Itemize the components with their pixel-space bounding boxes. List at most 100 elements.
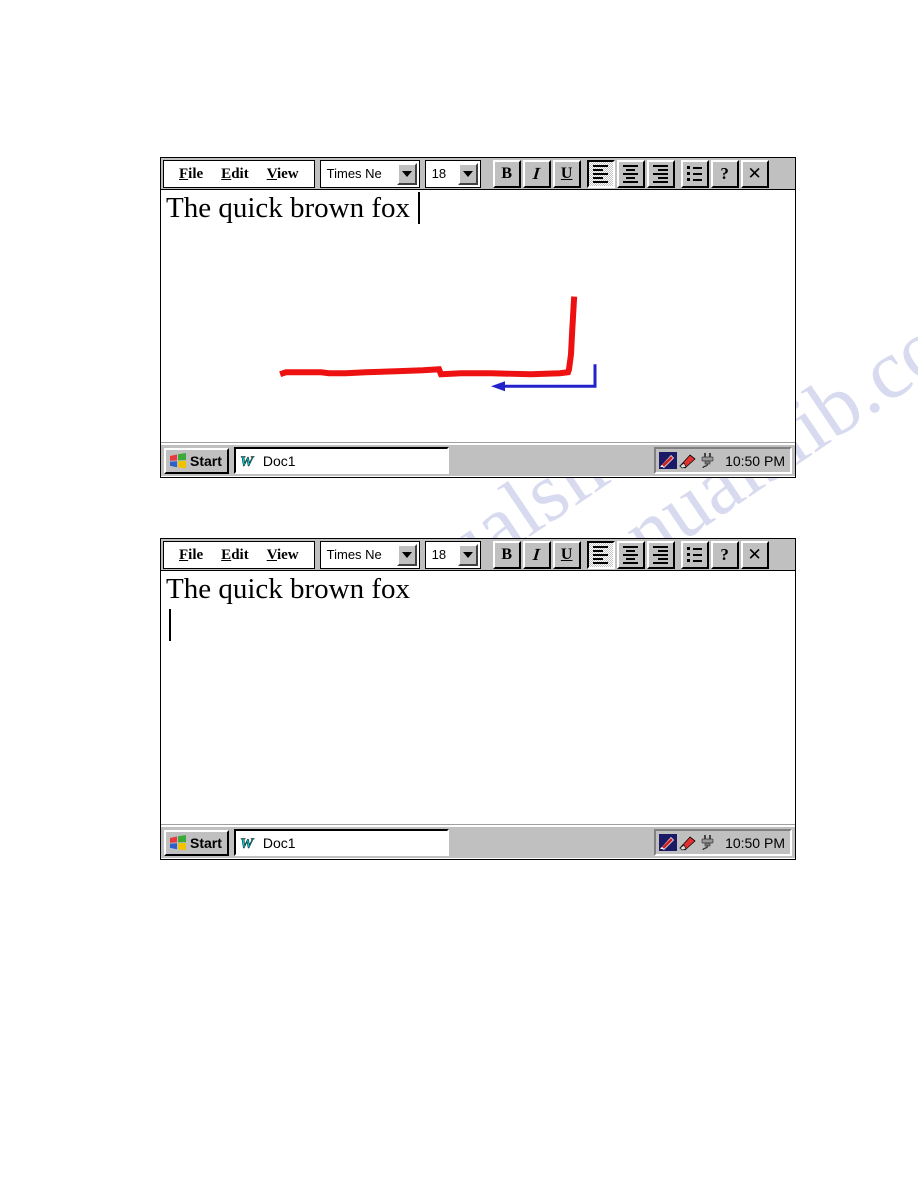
menu-label-edit: dit (231, 546, 249, 563)
taskbar-item-label: Doc1 (262, 452, 296, 469)
volume-speaker-icon[interactable] (679, 452, 697, 469)
menu-label-view: iew (276, 546, 299, 563)
document-line-2[interactable] (161, 607, 795, 643)
italic-button[interactable]: I (522, 540, 551, 569)
pen-input-panel-icon[interactable] (659, 452, 678, 469)
bold-button[interactable]: B (492, 159, 521, 188)
bullet-list-button[interactable] (680, 159, 709, 188)
svg-text:W: W (240, 454, 255, 469)
font-family-value: Times Ne (326, 165, 382, 181)
align-right-icon (653, 545, 669, 564)
menu-accel-file: F (179, 546, 189, 563)
menu-item-view[interactable]: View (258, 542, 308, 568)
font-family-value: Times Ne (326, 546, 382, 562)
start-button[interactable]: Start (164, 447, 229, 474)
taskbar-item-doc1[interactable]: W Doc1 (233, 829, 449, 856)
align-left-button[interactable] (586, 540, 615, 569)
align-left-button[interactable] (586, 159, 615, 188)
font-size-value: 18 (431, 165, 447, 181)
toolbar: File Edit View Times Ne 18 B I U ? ✕ (161, 539, 795, 571)
taskbar: Start W Doc1 10:50 PM (161, 825, 795, 858)
blue-arrow-head (491, 381, 505, 392)
underline-button[interactable]: U (552, 159, 581, 188)
align-left-icon (593, 164, 609, 183)
font-family-chevron-down-icon[interactable] (396, 162, 417, 185)
underline-button[interactable]: U (552, 540, 581, 569)
close-icon: ✕ (747, 544, 762, 564)
font-size-value: 18 (431, 546, 447, 562)
handheld-screenshot-top: File Edit View Times Ne 18 B I U ? ✕ The… (160, 157, 796, 478)
font-family-combobox[interactable]: Times Ne (319, 159, 420, 188)
bold-icon: B (501, 164, 512, 182)
document-line-1[interactable]: The quick brown fox (161, 571, 795, 607)
document-canvas[interactable]: The quick brown fox (161, 190, 795, 443)
bold-icon: B (501, 545, 512, 563)
menu-item-edit[interactable]: Edit (212, 161, 258, 187)
svg-text:W: W (240, 836, 255, 851)
power-plug-icon[interactable] (699, 834, 718, 851)
font-size-chevron-down-icon[interactable] (457, 543, 478, 566)
start-button[interactable]: Start (164, 829, 229, 856)
start-button-label: Start (190, 834, 222, 851)
font-size-chevron-down-icon[interactable] (457, 162, 478, 185)
menu-label-view: iew (276, 165, 299, 182)
word-w-icon: W (240, 453, 255, 469)
windows-flag-icon (170, 834, 186, 850)
question-mark-icon: ? (720, 544, 729, 564)
align-left-icon (593, 545, 609, 564)
align-center-icon (623, 164, 639, 183)
document-line-1[interactable]: The quick brown fox (161, 190, 795, 226)
menu-label-file: ile (188, 546, 204, 563)
question-mark-icon: ? (720, 163, 729, 183)
font-family-chevron-down-icon[interactable] (396, 543, 417, 566)
menu-bar: File Edit View (163, 540, 315, 569)
align-center-icon (623, 545, 639, 564)
menu-item-file[interactable]: File (170, 542, 212, 568)
taskbar-item-doc1[interactable]: W Doc1 (233, 447, 449, 474)
system-tray: 10:50 PM (654, 447, 792, 474)
italic-button[interactable]: I (522, 159, 551, 188)
close-button[interactable]: ✕ (740, 540, 769, 569)
bullet-list-icon (687, 166, 703, 181)
font-size-combobox[interactable]: 18 (424, 159, 481, 188)
close-button[interactable]: ✕ (740, 159, 769, 188)
taskbar-clock[interactable]: 10:50 PM (725, 835, 785, 851)
menu-item-file[interactable]: File (170, 161, 212, 187)
menu-bar: File Edit View (163, 159, 315, 188)
menu-label-edit: dit (231, 165, 249, 182)
align-center-button[interactable] (616, 159, 645, 188)
align-right-button[interactable] (646, 540, 675, 569)
font-size-combobox[interactable]: 18 (424, 540, 481, 569)
document-text: The quick brown fox (166, 192, 411, 224)
word-w-icon: W (240, 835, 255, 851)
italic-icon: I (532, 544, 542, 564)
help-button[interactable]: ? (710, 540, 739, 569)
volume-speaker-icon[interactable] (679, 834, 697, 851)
document-canvas[interactable]: The quick brown fox (161, 571, 795, 825)
ink-annotation-layer (279, 296, 597, 392)
help-button[interactable]: ? (710, 159, 739, 188)
system-tray: 10:50 PM (654, 829, 792, 856)
bullet-list-button[interactable] (680, 540, 709, 569)
underline-icon: U (560, 164, 573, 182)
menu-item-edit[interactable]: Edit (212, 542, 258, 568)
bold-button[interactable]: B (492, 540, 521, 569)
taskbar-clock[interactable]: 10:50 PM (725, 453, 785, 469)
align-center-button[interactable] (616, 540, 645, 569)
handheld-screenshot-bottom: File Edit View Times Ne 18 B I U ? ✕ The… (160, 538, 796, 860)
font-family-combobox[interactable]: Times Ne (319, 540, 420, 569)
text-caret (169, 609, 171, 641)
pen-input-panel-icon[interactable] (659, 834, 678, 851)
document-text: The quick brown fox (166, 573, 411, 605)
align-right-button[interactable] (646, 159, 675, 188)
menu-label-file: ile (188, 165, 204, 182)
menu-accel-view: V (266, 165, 277, 182)
close-icon: ✕ (747, 163, 762, 183)
menu-item-view[interactable]: View (258, 161, 308, 187)
menu-accel-view: V (266, 546, 277, 563)
power-plug-icon[interactable] (699, 452, 718, 469)
bullet-list-icon (687, 547, 703, 562)
text-caret (418, 192, 421, 224)
taskbar-item-label: Doc1 (262, 834, 296, 851)
italic-icon: I (532, 163, 542, 183)
